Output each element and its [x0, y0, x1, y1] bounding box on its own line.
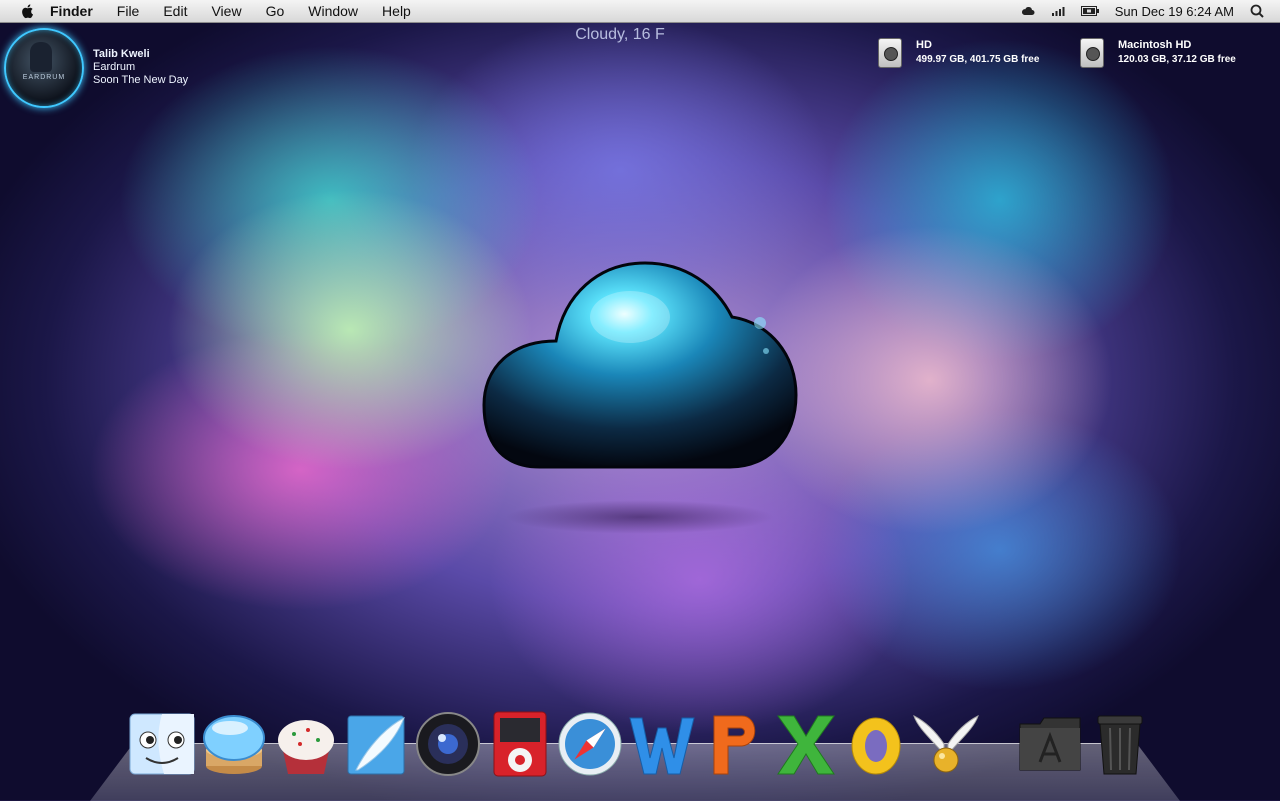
- now-playing-album: Eardrum: [93, 61, 136, 73]
- menu-extras: Sun Dec 19 6:24 AM: [1021, 4, 1280, 19]
- weather-widget: Cloudy, 16 F: [575, 26, 665, 43]
- camera-lens-icon[interactable]: [414, 710, 482, 778]
- feather-icon[interactable]: [344, 710, 412, 778]
- excel-icon[interactable]: [772, 710, 840, 778]
- menu-bar: Finder File Edit View Go Window Help Sun…: [0, 0, 1280, 23]
- cloud-shadow: [505, 500, 775, 534]
- cloud-logo-icon: [480, 255, 800, 475]
- menu-go[interactable]: Go: [266, 3, 285, 19]
- apple-menu-icon[interactable]: [20, 3, 36, 19]
- safari-icon[interactable]: [556, 710, 624, 778]
- hard-drive-icon: [878, 38, 902, 68]
- menu-edit[interactable]: Edit: [163, 3, 187, 19]
- menu-finder[interactable]: Finder: [50, 3, 93, 19]
- ichat-icon[interactable]: [200, 710, 268, 778]
- outlook-icon[interactable]: [842, 710, 910, 778]
- now-playing-track: Soon The New Day: [93, 74, 189, 86]
- word-icon[interactable]: [628, 710, 696, 778]
- menu-help[interactable]: Help: [382, 3, 411, 19]
- cupcake-icon[interactable]: [272, 710, 340, 778]
- signal-icon[interactable]: [1051, 6, 1065, 16]
- hard-drive-icon: [1080, 38, 1104, 68]
- album-art-figure: [30, 42, 52, 72]
- ipod-icon[interactable]: [486, 710, 554, 778]
- finder-icon[interactable]: [128, 710, 196, 778]
- now-playing-artist: Talib Kweli: [93, 48, 150, 60]
- menu-view[interactable]: View: [211, 3, 241, 19]
- battery-icon[interactable]: [1080, 6, 1099, 16]
- drive-capacity: 120.03 GB, 37.12 GB free: [1118, 54, 1236, 65]
- powerpoint-icon[interactable]: [700, 710, 768, 778]
- menu-clock[interactable]: Sun Dec 19 6:24 AM: [1115, 4, 1234, 19]
- menu-window[interactable]: Window: [308, 3, 358, 19]
- drive-hd[interactable]: HD 499.97 GB, 401.75 GB free: [878, 38, 1039, 68]
- drive-macintosh-hd[interactable]: Macintosh HD 120.03 GB, 37.12 GB free: [1080, 38, 1236, 68]
- snitch-icon[interactable]: [912, 710, 980, 778]
- dock: [0, 710, 1280, 780]
- drive-name: HD: [916, 39, 932, 51]
- spotlight-icon[interactable]: [1250, 4, 1264, 18]
- menu-file[interactable]: File: [117, 3, 140, 19]
- applications-folder-icon[interactable]: [1016, 710, 1084, 778]
- drive-name: Macintosh HD: [1118, 39, 1192, 51]
- album-art[interactable]: EARDRUM: [4, 28, 84, 108]
- drive-capacity: 499.97 GB, 401.75 GB free: [916, 54, 1040, 65]
- album-art-label: EARDRUM: [22, 74, 66, 81]
- cloud-icon[interactable]: [1021, 6, 1035, 16]
- trash-icon[interactable]: [1086, 710, 1154, 778]
- now-playing-info: Talib Kweli Eardrum Soon The New Day: [93, 48, 188, 87]
